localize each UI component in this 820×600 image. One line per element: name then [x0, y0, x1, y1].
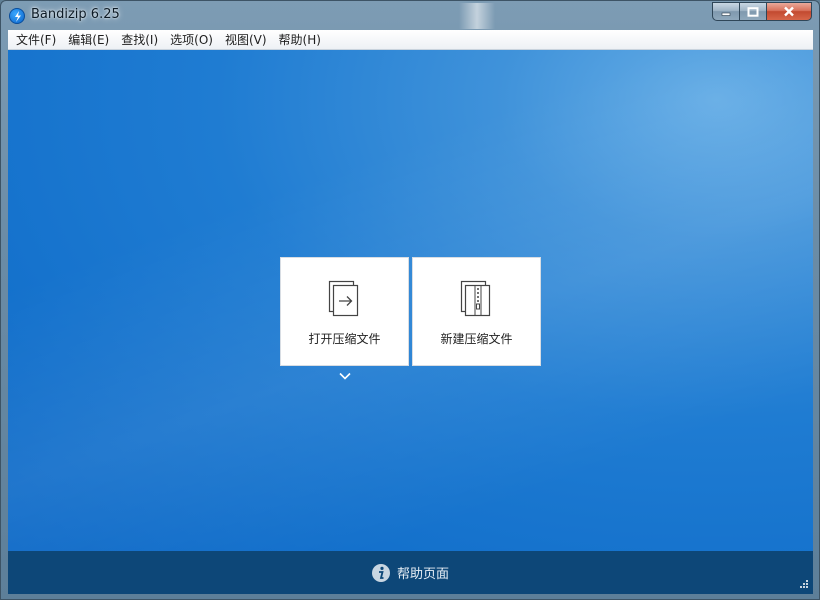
title-bar[interactable]: Bandizip 6.25 — [1, 1, 819, 30]
new-archive-button[interactable]: 新建压缩文件 — [412, 257, 541, 366]
new-archive-icon — [460, 280, 490, 317]
open-archive-label: 打开压缩文件 — [308, 332, 381, 346]
window-controls — [712, 2, 812, 22]
menu-view[interactable]: 视图(V) — [219, 30, 273, 50]
minimize-button[interactable] — [712, 2, 739, 21]
app-window: Bandizip 6.25 文件(F) 编辑(E) 查找(I) 选项(O) 视图… — [0, 0, 820, 600]
close-button[interactable] — [766, 2, 812, 21]
info-icon — [371, 563, 390, 582]
menu-file[interactable]: 文件(F) — [10, 30, 62, 50]
resize-grip-icon[interactable] — [798, 580, 809, 591]
minimize-icon — [721, 12, 731, 16]
help-footer[interactable]: 帮助页面 — [8, 551, 813, 594]
menu-find[interactable]: 查找(I) — [115, 30, 164, 50]
chevron-down-icon[interactable] — [339, 372, 351, 380]
glass-reflection — [459, 3, 495, 29]
maximize-button[interactable] — [739, 2, 766, 21]
main-content: 打开压缩文件 新建压缩文件 — [8, 50, 813, 551]
menu-edit[interactable]: 编辑(E) — [62, 30, 115, 50]
menu-help[interactable]: 帮助(H) — [273, 30, 327, 50]
maximize-icon — [747, 6, 759, 17]
bandizip-logo-icon[interactable] — [9, 8, 25, 24]
help-page-link[interactable]: 帮助页面 — [397, 563, 449, 582]
window-title: Bandizip 6.25 — [31, 7, 120, 22]
close-icon — [784, 6, 794, 17]
open-archive-button[interactable]: 打开压缩文件 — [280, 257, 409, 366]
new-archive-label: 新建压缩文件 — [440, 332, 513, 346]
open-archive-icon — [328, 280, 358, 317]
menu-bar: 文件(F) 编辑(E) 查找(I) 选项(O) 视图(V) 帮助(H) — [8, 30, 813, 50]
menu-options[interactable]: 选项(O) — [164, 30, 219, 50]
